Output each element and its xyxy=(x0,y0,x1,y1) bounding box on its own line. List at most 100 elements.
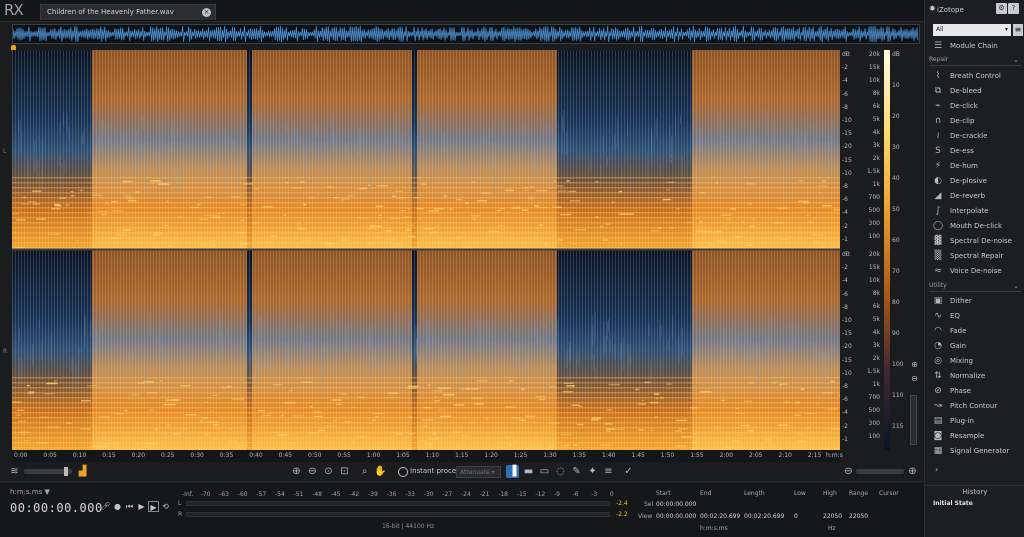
col-range: Range xyxy=(849,490,869,497)
hz-tick-label: 3k xyxy=(872,142,880,149)
spectrogram-view[interactable] xyxy=(12,50,840,450)
time-tick-label: 1:10 xyxy=(425,452,440,459)
module-chain-item[interactable]: ☰ Module Chain xyxy=(933,40,1023,53)
vertical-zoom-slider[interactable] xyxy=(856,469,904,474)
magic-wand-icon[interactable]: ✦ xyxy=(586,465,599,478)
module-item-spectral-repair[interactable]: ▒ Spectral Repair xyxy=(933,250,1023,263)
close-tab-icon[interactable]: × xyxy=(202,8,211,17)
module-item-de-ess[interactable]: S De-ess xyxy=(933,145,1023,158)
amplitude-tick-label: -6 xyxy=(842,90,848,98)
zoom-in-icon[interactable]: ⊕ xyxy=(290,465,303,478)
module-item-gain[interactable]: ◔ Gain xyxy=(933,340,1023,353)
zoom-selection-icon[interactable]: ⊙ xyxy=(322,465,335,478)
module-item-phase[interactable]: ⊘ Phase xyxy=(933,385,1023,398)
rewind-icon[interactable]: ⏮︎ xyxy=(124,501,135,512)
module-item-resample[interactable]: ◙ Resample xyxy=(933,430,1023,443)
hz-tick-label: 2k xyxy=(872,355,880,362)
utility-group-header[interactable]: Utility ⌄ xyxy=(929,282,1021,292)
time-selection-tool-icon[interactable]: ▐ xyxy=(506,465,519,478)
meter-tick-label: -24 xyxy=(461,491,471,498)
module-item-eq[interactable]: ∿ EQ xyxy=(933,310,1023,323)
module-item-de-bleed[interactable]: ⧉ De-bleed xyxy=(933,85,1023,98)
time-tick-label: 2:10 xyxy=(778,452,792,459)
meter-bar-right xyxy=(186,512,610,517)
zoom-fit-icon[interactable]: ⊡ xyxy=(338,465,351,478)
module-item-de-plosive[interactable]: ◐ De-plosive xyxy=(933,175,1023,188)
expand-panel-icon[interactable]: › xyxy=(935,465,938,474)
module-item-de-clip[interactable]: ∩ De-clip xyxy=(933,115,1023,128)
instant-process-toggle[interactable] xyxy=(398,467,408,477)
module-item-signal-generator[interactable]: ▦ Signal Generator xyxy=(933,445,1023,458)
module-item-breath-control[interactable]: ⌇ Breath Control xyxy=(933,70,1023,83)
file-tab[interactable]: Children of the Heavenly Father.wav × xyxy=(40,4,216,20)
module-item-de-click[interactable]: ⌁ De-click xyxy=(933,100,1023,113)
instant-process-mode-select[interactable]: Attenuate ▾ xyxy=(456,466,501,478)
time-tick-label: 0:35 xyxy=(219,452,234,459)
record-icon[interactable]: ● xyxy=(112,501,123,512)
col-cursor: Cursor xyxy=(879,490,899,497)
module-item-de-reverb[interactable]: ◢ De-reverb xyxy=(933,190,1023,203)
zoom-out-icon[interactable]: ⊖ xyxy=(306,465,319,478)
play-selection-icon[interactable]: ▶ xyxy=(148,501,159,512)
module-item-mixing[interactable]: ◎ Mixing xyxy=(933,355,1023,368)
harmonic-selection-icon[interactable]: ≡ xyxy=(602,465,615,478)
brush-tool-icon[interactable]: ✎ xyxy=(570,465,583,478)
meter-tick-label: -54 xyxy=(275,491,285,498)
module-item-normalize[interactable]: ⇅ Normalize xyxy=(933,370,1023,383)
hz-tick-label: 6k xyxy=(872,303,880,310)
module-item-interpolate[interactable]: ∫ Interpolate xyxy=(933,205,1023,218)
time-tick-label: 2:00 xyxy=(719,452,734,459)
time-tick-label: 0:25 xyxy=(161,452,175,459)
module-item-pitch-contour[interactable]: ↝ Pitch Contour xyxy=(933,400,1023,413)
db-tick-label: 60 xyxy=(892,237,900,244)
meter-tick-label: -6 xyxy=(572,491,579,498)
hz-tick-label: 20k xyxy=(868,51,880,58)
panel-buttons: ⚙? xyxy=(995,3,1019,14)
module-item-spectral-de-noise[interactable]: ▓ Spectral De-noise xyxy=(933,235,1023,248)
hz-tick-label: 8k xyxy=(872,90,880,97)
zoom-out-vertical-icon[interactable]: ⊖ xyxy=(908,372,921,385)
record-mic-icon[interactable]: 🎤︎ xyxy=(100,501,111,512)
zoom-in-vertical-icon[interactable]: ⊕ xyxy=(908,358,921,371)
loop-icon[interactable]: ⟲ xyxy=(160,501,171,512)
lasso-tool-icon[interactable]: ◌ xyxy=(554,465,567,478)
module-list-menu-icon[interactable]: ≡ xyxy=(1013,24,1023,36)
hand-tool-icon[interactable]: ✋ xyxy=(374,465,387,478)
module-item-voice-de-noise[interactable]: ≈ Voice De-noise xyxy=(933,265,1023,278)
horizontal-zoom-slider[interactable] xyxy=(24,467,72,476)
module-filter-select[interactable]: All ▾ xyxy=(933,24,1011,36)
view-length: 00:02:20.699 xyxy=(744,513,785,520)
module-item-de-crackle[interactable]: ≀ De-crackle xyxy=(933,130,1023,143)
zoom-in-freq-icon[interactable]: ⊕ xyxy=(906,465,919,478)
help-icon[interactable]: ? xyxy=(1008,3,1019,14)
settings-icon[interactable]: ⚙ xyxy=(996,3,1007,14)
col-end: End xyxy=(700,490,712,497)
time-freq-selection-icon[interactable]: ▭ xyxy=(538,465,551,478)
zoom-vertical-icon[interactable]: ⊖ xyxy=(842,465,855,478)
amplitude-tick-label: -6 xyxy=(842,196,848,204)
select-tool-icon[interactable]: ✓ xyxy=(622,465,635,478)
time-display: 00:00:00.000 xyxy=(10,501,103,515)
play-icon[interactable]: ▶ xyxy=(136,501,147,512)
spectrogram-settings-icon[interactable]: ▟ xyxy=(76,465,89,478)
channel-label-right: R xyxy=(3,348,8,355)
module-item-mouth-de-click[interactable]: ◯ Mouth De-click xyxy=(933,220,1023,233)
time-tick-label: 1:25 xyxy=(513,452,528,459)
magnify-icon[interactable]: ⌕ xyxy=(358,465,371,478)
frequency-selection-icon[interactable]: ▬ xyxy=(522,465,535,478)
format-label: 16-bit | 44100 Hz xyxy=(382,523,435,530)
module-item-fade[interactable]: ◠ Fade xyxy=(933,325,1023,338)
module-item-plug-in[interactable]: ▤ Plug-in xyxy=(933,415,1023,428)
module-item-de-hum[interactable]: ⚡ De-hum xyxy=(933,160,1023,173)
voice-de-noise-icon: ≈ xyxy=(934,266,942,276)
time-format-select[interactable]: h:m:s.ms ▼ xyxy=(10,488,50,496)
hz-tick-label: 100 xyxy=(868,233,880,240)
repair-group-header[interactable]: Repair ⌄ xyxy=(929,56,1021,66)
col-length: Length xyxy=(744,490,765,497)
module-item-dither[interactable]: ▣ Dither xyxy=(933,295,1023,308)
peak-left: -2.4 xyxy=(616,500,628,507)
waveform-overview[interactable] xyxy=(12,24,920,44)
vertical-scrollbar[interactable] xyxy=(910,395,917,445)
waveform-toggle-icon[interactable]: ≋ xyxy=(8,465,21,478)
history-item[interactable]: Initial State xyxy=(933,500,973,507)
